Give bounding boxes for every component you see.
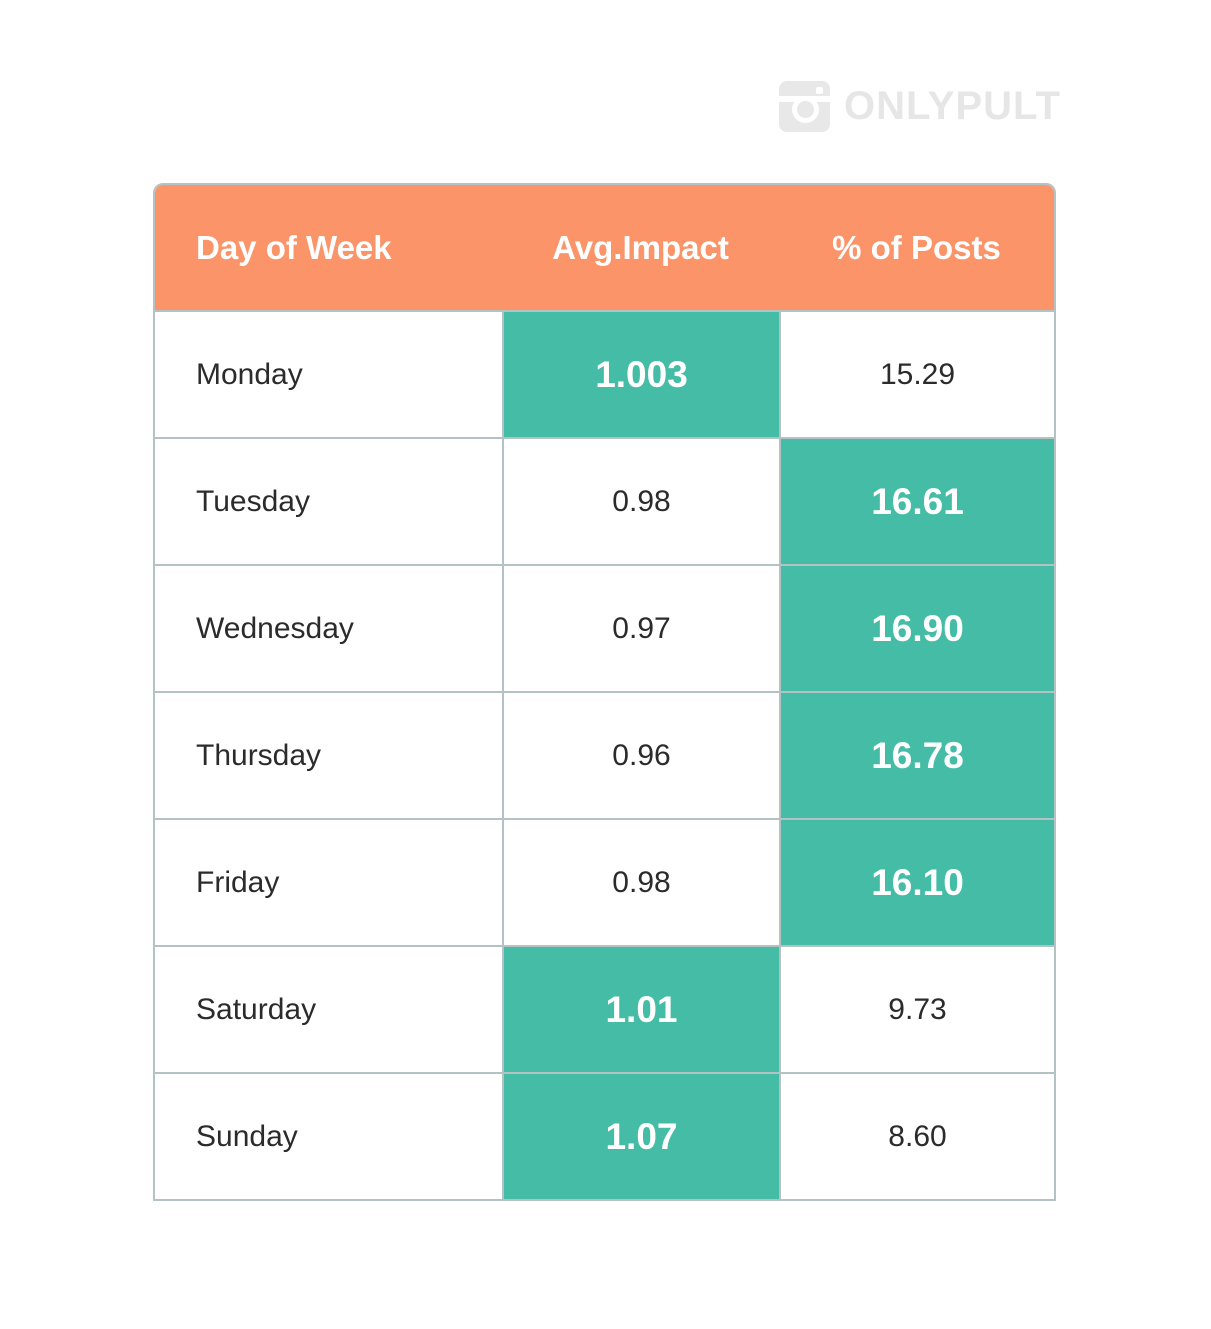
impact-cell: 0.96 <box>502 693 779 818</box>
impact-cell: 0.98 <box>502 439 779 564</box>
day-cell: Friday <box>196 865 280 899</box>
camera-icon <box>779 80 830 132</box>
day-cell: Monday <box>196 357 303 391</box>
day-of-week-table: Day of Week Avg.Impact % of Posts Monday… <box>153 183 1056 1201</box>
table-row: Wednesday 0.97 16.90 <box>155 566 1054 693</box>
day-cell: Wednesday <box>196 611 354 645</box>
impact-cell: 0.97 <box>502 566 779 691</box>
column-header-posts: % of Posts <box>832 228 1001 266</box>
table-row: Thursday 0.96 16.78 <box>155 693 1054 820</box>
day-cell: Saturday <box>196 992 317 1026</box>
posts-cell: 16.10 <box>779 820 1054 945</box>
impact-cell: 1.003 <box>502 312 779 437</box>
posts-cell: 16.61 <box>779 439 1054 564</box>
table-body: Monday 1.003 15.29 Tuesday 0.98 16.61 Wednesda… <box>155 312 1054 1199</box>
posts-cell: 16.78 <box>779 693 1054 818</box>
posts-cell: 8.60 <box>779 1074 1054 1199</box>
impact-cell: 1.01 <box>502 947 779 1072</box>
day-cell: Tuesday <box>196 484 310 518</box>
table-row: Sunday 1.07 8.60 <box>155 1074 1054 1199</box>
brand-name: ONLYPULT <box>844 83 1061 128</box>
day-cell: Thursday <box>196 738 322 772</box>
posts-cell: 15.29 <box>779 312 1054 437</box>
table-row: Saturday 1.01 9.73 <box>155 947 1054 1074</box>
posts-cell: 9.73 <box>779 947 1054 1072</box>
table-header: Day of Week Avg.Impact % of Posts <box>155 185 1054 312</box>
table-row: Tuesday 0.98 16.61 <box>155 439 1054 566</box>
posts-cell: 16.90 <box>779 566 1054 691</box>
table-row: Monday 1.003 15.29 <box>155 312 1054 439</box>
column-header-impact: Avg.Impact <box>552 228 729 266</box>
table-row: Friday 0.98 16.10 <box>155 820 1054 947</box>
brand-logo: ONLYPULT <box>779 80 1061 132</box>
column-header-day: Day of Week <box>196 228 392 266</box>
day-cell: Sunday <box>196 1119 298 1153</box>
impact-cell: 1.07 <box>502 1074 779 1199</box>
impact-cell: 0.98 <box>502 820 779 945</box>
